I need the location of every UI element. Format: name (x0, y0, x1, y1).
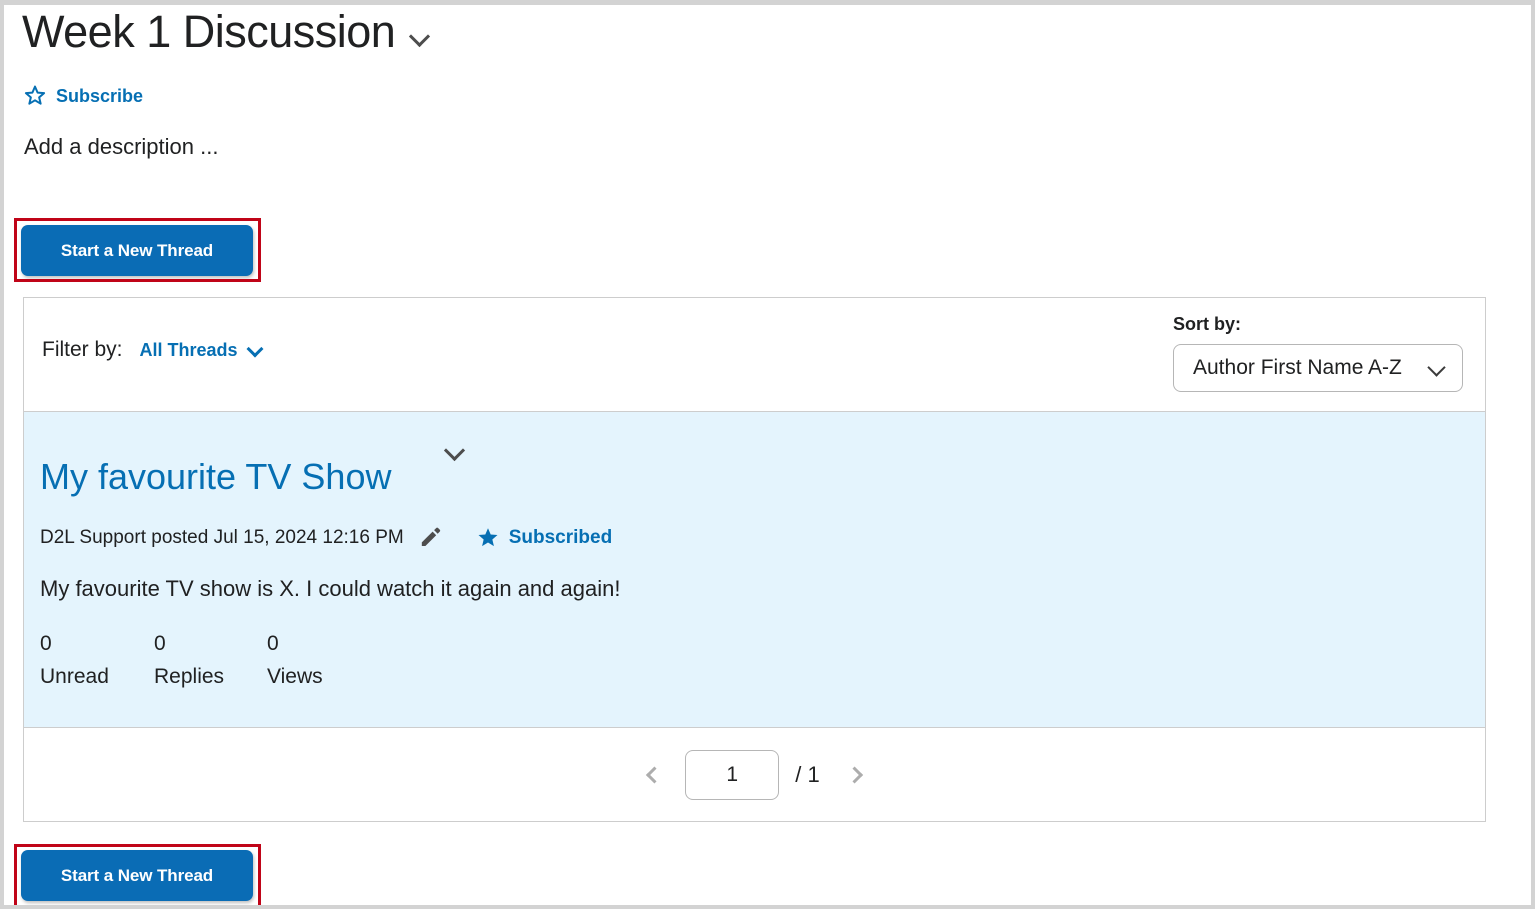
filter-sort-bar: Filter by: All Threads Sort by: Author F… (24, 298, 1485, 411)
browser-window-frame: Week 1 Discussion Subscribe Add a descri… (0, 0, 1535, 909)
thread-subscribed-button[interactable]: Subscribed (476, 526, 612, 550)
start-new-thread-button-bottom[interactable]: Start a New Thread (21, 850, 253, 901)
page-title-row: Week 1 Discussion (4, 5, 1531, 63)
next-page-button[interactable] (840, 755, 874, 795)
filter-group: Filter by: All Threads (42, 338, 264, 362)
discussion-description: Add a description ... (24, 134, 219, 159)
star-outline-icon (24, 85, 46, 105)
stat-views-label: Views (267, 664, 323, 688)
subscribe-label: Subscribe (56, 85, 144, 106)
pagination-bar: / 1 (24, 728, 1485, 822)
thread-chevron-down-icon[interactable] (444, 440, 466, 462)
thread-stats: 0 Unread 0 Replies 0 Views (40, 628, 1485, 693)
thread-author-timestamp: D2L Support posted Jul 15, 2024 12:16 PM (40, 527, 404, 548)
page-total-label: / 1 (795, 761, 820, 787)
thread-title-link[interactable]: My favourite TV Show (40, 456, 391, 498)
chevron-left-icon (646, 766, 664, 784)
stat-replies-value: 0 (154, 632, 166, 655)
subscribed-label: Subscribed (508, 527, 613, 548)
page-title: Week 1 Discussion (22, 6, 396, 57)
sort-group: Sort by: Author First Name A-Z (1173, 314, 1463, 392)
chevron-down-icon (248, 342, 264, 358)
sort-by-value: Author First Name A-Z (1193, 356, 1402, 379)
page-number-input[interactable] (685, 749, 780, 800)
filter-threads-dropdown[interactable]: All Threads (140, 340, 264, 361)
filter-value-label: All Threads (139, 339, 238, 360)
thread-list-item: My favourite TV Show D2L Support posted … (24, 411, 1485, 729)
stat-unread-label: Unread (40, 664, 109, 688)
subscribe-button[interactable]: Subscribe (4, 84, 143, 108)
stat-views-value: 0 (267, 632, 279, 655)
start-new-thread-button-top[interactable]: Start a New Thread (21, 225, 253, 276)
stat-replies: 0 Replies (154, 628, 267, 693)
chevron-down-icon[interactable] (409, 26, 431, 48)
edit-thread-button[interactable] (418, 526, 442, 550)
stat-unread-value: 0 (40, 632, 52, 655)
start-new-thread-top-wrapper: Start a New Thread (21, 225, 253, 276)
chevron-down-icon (1428, 359, 1446, 377)
start-new-thread-bottom-wrapper: Start a New Thread (21, 850, 253, 901)
stat-unread: 0 Unread (40, 628, 154, 693)
sort-by-label: Sort by: (1173, 314, 1242, 334)
filter-by-label: Filter by: (42, 338, 123, 361)
thread-body-text: My favourite TV show is X. I could watch… (40, 576, 621, 601)
star-filled-icon (478, 528, 498, 547)
chevron-right-icon (845, 766, 863, 784)
previous-page-button[interactable] (635, 755, 669, 795)
stat-views: 0 Views (267, 628, 367, 693)
discussion-page: Week 1 Discussion Subscribe Add a descri… (4, 5, 1531, 905)
thread-meta-row: D2L Support posted Jul 15, 2024 12:16 PM… (40, 526, 1485, 550)
sort-by-select[interactable]: Author First Name A-Z (1173, 344, 1463, 392)
pencil-icon (421, 527, 440, 546)
threads-container: Filter by: All Threads Sort by: Author F… (23, 297, 1486, 823)
stat-replies-label: Replies (154, 664, 225, 688)
